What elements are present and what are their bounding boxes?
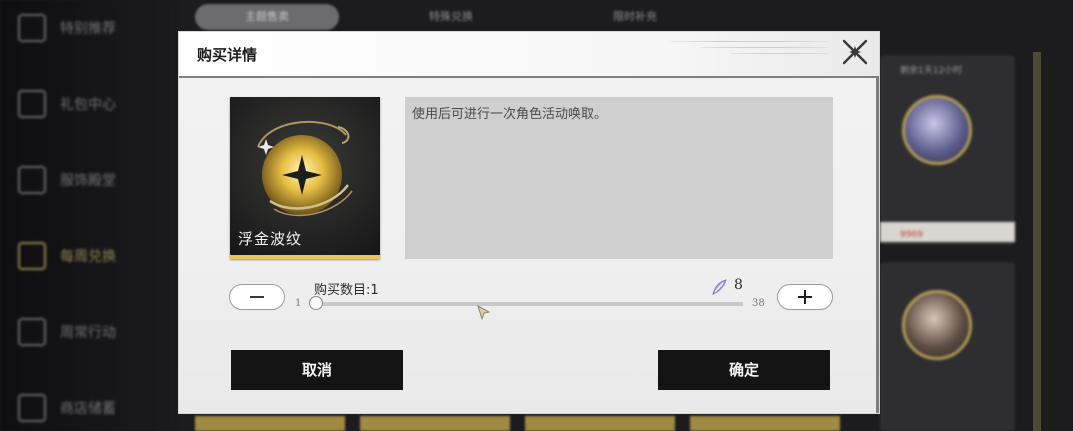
background-scroll-bar — [1033, 52, 1041, 431]
quantity-slider[interactable] — [316, 302, 743, 306]
pointer-cursor-icon — [477, 305, 491, 321]
slider-max-value: 38 — [752, 298, 765, 309]
sidebar-item-exchange: 每周兑换 — [18, 242, 116, 270]
tab-theme-sale: 主题售卖 — [195, 4, 339, 30]
cancel-button[interactable]: 取消 — [231, 350, 403, 390]
shop-card: 剩余1天12小时 9969 — [880, 55, 1015, 245]
dialog-title: 购买详情 — [197, 46, 258, 64]
quantity-label: 购买数目:1 — [314, 283, 379, 298]
card-timer: 剩余1天12小时 — [900, 66, 963, 76]
header-decoration — [699, 47, 829, 48]
background-shop-cards: 剩余1天12小时 9969 — [880, 0, 1073, 431]
plus-icon — [798, 290, 812, 304]
item-card: 浮金波纹 — [230, 97, 380, 259]
item-description: 使用后可进行一次角色活动唤取。 — [412, 107, 608, 122]
sidebar-item-label: 每周兑换 — [60, 249, 116, 265]
sidebar-item-featured: 特别推荐 — [18, 14, 116, 42]
sidebar-item-label: 周常行动 — [60, 325, 116, 341]
background-bottom-card — [525, 416, 675, 431]
background-bottom-card — [360, 416, 510, 431]
close-button[interactable] — [841, 38, 869, 66]
slider-min-value: 1 — [295, 298, 302, 309]
price-tag-label: 9969 — [900, 230, 923, 240]
cost-value: 8 — [734, 277, 743, 293]
rarity-strip — [230, 255, 380, 259]
savings-icon — [18, 394, 46, 422]
decrease-quantity-button[interactable] — [229, 284, 285, 310]
tab-special-exchange: 特殊兑换 — [429, 10, 473, 23]
character-portrait — [902, 290, 972, 360]
featured-icon — [18, 14, 46, 42]
x-star-close-icon — [842, 39, 868, 65]
price-tag: 9969 — [880, 222, 1015, 242]
sidebar-item-gifts: 礼包中心 — [18, 90, 116, 118]
dialog-header: 购买详情 — [179, 32, 879, 78]
sidebar-item-weekly: 周常行动 — [18, 318, 116, 346]
outfit-icon — [18, 166, 46, 194]
background-bottom-card — [195, 416, 345, 431]
sidebar-item-outfits: 服饰殿堂 — [18, 166, 116, 194]
quantity-slider-handle[interactable] — [309, 296, 323, 310]
background-tabs: 主题售卖 特殊兑换 限时补充 — [195, 4, 707, 30]
increase-quantity-button[interactable] — [777, 284, 833, 310]
header-decoration — [729, 53, 829, 54]
exchange-icon — [18, 242, 46, 270]
sidebar-item-label: 商店储蓄 — [60, 401, 116, 417]
tab-limited-supply: 限时补充 — [613, 10, 657, 23]
item-description-box: 使用后可进行一次角色活动唤取。 — [405, 97, 833, 259]
confirm-button[interactable]: 确定 — [658, 350, 830, 390]
background-sidebar: 特别推荐 礼包中心 服饰殿堂 每周兑换 周常行动 商店储蓄 — [0, 0, 178, 431]
header-decoration — [669, 41, 829, 42]
feather-crystal-icon — [712, 279, 727, 295]
gift-icon — [18, 90, 46, 118]
golden-orb-icon — [257, 120, 353, 217]
purchase-dialog: 购买详情 浮金波纹 使用后可进行一次角色活动唤取。 购买数目:1 1 38 8 … — [178, 31, 880, 414]
weekly-icon — [18, 318, 46, 346]
item-name: 浮金波纹 — [238, 230, 303, 248]
background-bottom-card — [690, 416, 840, 431]
sidebar-item-savings: 商店储蓄 — [18, 394, 116, 422]
shop-card — [880, 262, 1015, 431]
sidebar-item-label: 服饰殿堂 — [60, 173, 116, 189]
sidebar-item-label: 特别推荐 — [60, 21, 116, 37]
minus-icon — [250, 296, 264, 298]
sidebar-item-label: 礼包中心 — [60, 97, 116, 113]
character-portrait — [902, 95, 972, 165]
